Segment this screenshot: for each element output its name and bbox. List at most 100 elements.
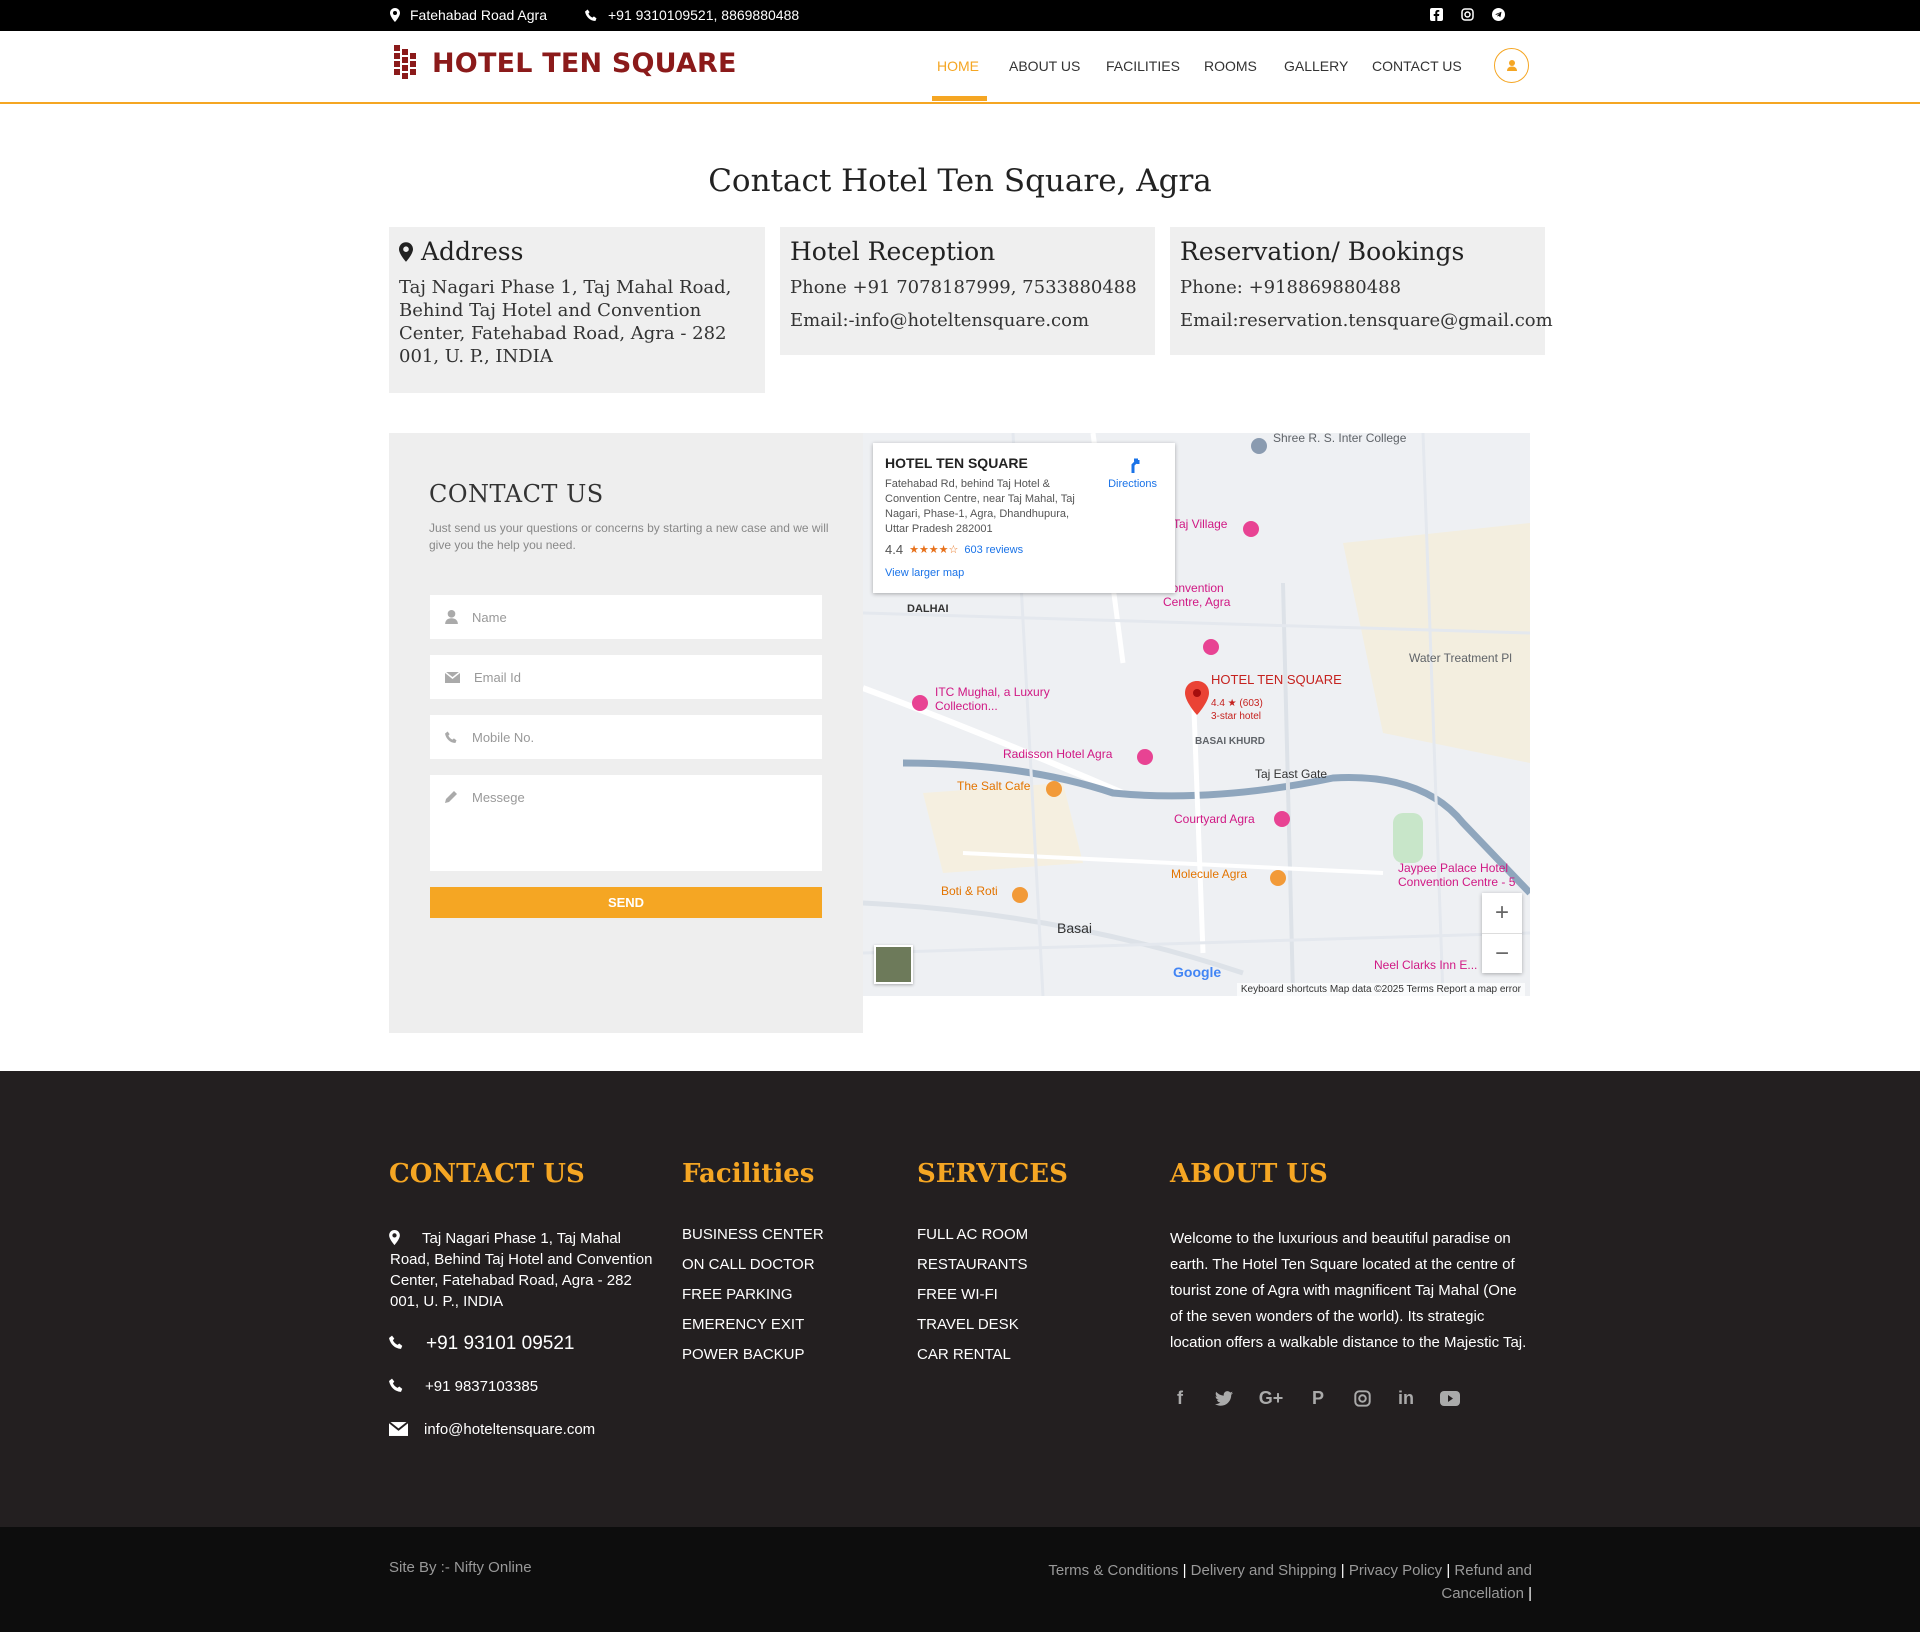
pinterest-icon[interactable]: P — [1308, 1388, 1328, 1408]
topbar-location-text: Fatehabad Road Agra — [410, 7, 547, 23]
phone-icon — [585, 9, 597, 21]
footer-services-title: SERVICES — [917, 1159, 1068, 1189]
reception-box: Hotel Reception Phone +91 7078187999, 75… — [780, 227, 1155, 355]
facility-item[interactable]: BUSINESS CENTER — [682, 1226, 824, 1256]
phone-icon — [445, 731, 457, 743]
map-label-basai: Basai — [1057, 920, 1093, 936]
service-item[interactable]: FULL AC ROOM — [917, 1226, 1028, 1256]
twitter-icon[interactable] — [1214, 1388, 1234, 1408]
user-icon — [445, 610, 458, 624]
mobile-field[interactable]: Mobile No. — [430, 715, 822, 759]
envelope-icon — [445, 671, 460, 683]
footer-contact-title: CONTACT US — [389, 1159, 585, 1189]
form-description: Just send us your questions or concerns … — [429, 521, 829, 552]
map-label-hotel-rating: 4.4 ★ (603) — [1211, 698, 1263, 709]
nav-rooms[interactable]: ROOMS — [1204, 58, 1257, 74]
facebook-icon[interactable]: f — [1170, 1388, 1190, 1408]
reservation-email[interactable]: Email:reservation.tensquare@gmail.com — [1180, 309, 1553, 332]
directions-button[interactable]: Directions — [1108, 455, 1157, 490]
site-credit[interactable]: Site By :- Nifty Online — [389, 1559, 532, 1576]
reception-title: Hotel Reception — [790, 237, 996, 266]
map-label-jaypee: Jaypee Palace Hotel Convention Centre - … — [1398, 861, 1516, 889]
map-card-rating-row: 4.4 ★★★★☆ 603 reviews — [885, 542, 1163, 557]
user-account-button[interactable] — [1494, 48, 1529, 83]
nav-contact-us[interactable]: CONTACT US — [1372, 58, 1462, 74]
address-title: Address — [421, 237, 524, 266]
instagram-icon[interactable] — [1352, 1388, 1372, 1408]
user-icon — [1506, 60, 1517, 71]
nav-about-us[interactable]: ABOUT US — [1009, 58, 1080, 74]
facility-item[interactable]: FREE PARKING — [682, 1286, 824, 1316]
satellite-toggle-button[interactable] — [874, 945, 913, 984]
mobile-placeholder: Mobile No. — [472, 729, 535, 745]
footer-facilities-list: BUSINESS CENTER ON CALL DOCTOR FREE PARK… — [682, 1226, 824, 1376]
facebook-icon[interactable] — [1430, 8, 1443, 21]
service-item[interactable]: RESTAURANTS — [917, 1256, 1028, 1286]
map-zoom-controls: + − — [1482, 893, 1522, 973]
zoom-out-button[interactable]: − — [1482, 933, 1522, 973]
directions-label: Directions — [1108, 478, 1157, 490]
terms-link[interactable]: Terms & Conditions — [1048, 1562, 1178, 1579]
facility-item[interactable]: ON CALL DOCTOR — [682, 1256, 824, 1286]
service-item[interactable]: CAR RENTAL — [917, 1346, 1028, 1376]
site-logo[interactable]: HOTEL TEN SQUARE — [394, 45, 737, 81]
footer-email: info@hoteltensquare.com — [389, 1421, 595, 1438]
google-plus-icon[interactable]: G+ — [1258, 1388, 1284, 1408]
footer-phone-1-text[interactable]: +91 93101 09521 — [426, 1333, 574, 1355]
footer-address: Taj Nagari Phase 1, Taj Mahal Road, Behi… — [389, 1228, 659, 1312]
map-card-reviews-link[interactable]: 603 reviews — [964, 544, 1023, 556]
map-label-boti-roti: Boti & Roti — [941, 884, 998, 898]
facility-item[interactable]: POWER BACKUP — [682, 1346, 824, 1376]
map-card-stars: ★★★★☆ — [909, 544, 959, 556]
reservation-box: Reservation/ Bookings Phone: +9188698804… — [1170, 227, 1553, 355]
name-placeholder: Name — [472, 609, 507, 625]
footer-about-text: Welcome to the luxurious and beautiful p… — [1170, 1230, 1527, 1351]
map-marker-icon — [399, 241, 413, 262]
telegram-icon[interactable] — [1492, 8, 1505, 21]
logo-text: HOTEL TEN SQUARE — [432, 47, 737, 79]
nav-home[interactable]: HOME — [937, 58, 979, 74]
map-label-taj-east-gate: Taj East Gate — [1255, 767, 1328, 781]
map-card-address: Fatehabad Rd, behind Taj Hotel & Convent… — [885, 478, 1075, 535]
footer-phone-1: +91 93101 09521 — [389, 1333, 574, 1355]
contact-form: CONTACT US Just send us your questions o… — [389, 433, 863, 1033]
message-field[interactable]: Messege — [430, 775, 822, 871]
footer-phone-2-text[interactable]: +91 9837103385 — [425, 1378, 538, 1395]
logo-mark-icon — [394, 45, 416, 79]
phone-icon — [389, 1378, 403, 1392]
map-label-courtyard: Courtyard Agra — [1174, 812, 1255, 826]
facility-item[interactable]: EMERENCY EXIT — [682, 1316, 824, 1346]
top-bar: Fatehabad Road Agra +91 9310109521, 8869… — [0, 0, 1920, 31]
map-label-water: Water Treatment Pl — [1409, 651, 1512, 665]
footer-about-title: ABOUT US — [1170, 1159, 1328, 1189]
service-item[interactable]: FREE WI-FI — [917, 1286, 1028, 1316]
nav-gallery[interactable]: GALLERY — [1284, 58, 1348, 74]
map-label-molecule: Molecule Agra — [1171, 867, 1248, 881]
linkedin-icon[interactable]: in — [1396, 1388, 1416, 1408]
view-larger-map-link[interactable]: View larger map — [885, 567, 1163, 579]
send-button[interactable]: SEND — [430, 887, 822, 918]
privacy-link[interactable]: Privacy Policy — [1349, 1562, 1442, 1579]
refund-link[interactable]: Refund and Cancellation — [1441, 1562, 1532, 1602]
nav-facilities[interactable]: FACILITIES — [1106, 58, 1180, 74]
phone-icon — [389, 1335, 403, 1349]
map-marker-icon — [390, 8, 400, 22]
footer-email-text[interactable]: info@hoteltensquare.com — [424, 1421, 595, 1438]
nav-active-indicator — [932, 96, 987, 101]
zoom-in-button[interactable]: + — [1482, 893, 1522, 933]
embedded-map[interactable]: Shree R. S. Inter College Taj Village Co… — [863, 433, 1530, 996]
name-field[interactable]: Name — [430, 595, 822, 639]
footer-services-list: FULL AC ROOM RESTAURANTS FREE WI-FI TRAV… — [917, 1226, 1028, 1376]
delivery-link[interactable]: Delivery and Shipping — [1191, 1562, 1337, 1579]
link-separator: | — [1182, 1562, 1191, 1579]
instagram-icon[interactable] — [1461, 8, 1474, 21]
address-heading: Address — [399, 237, 755, 266]
map-attribution[interactable]: Keyboard shortcuts Map data ©2025 Terms … — [1236, 983, 1525, 996]
legal-links: Terms & Conditions | Delivery and Shippi… — [1042, 1559, 1532, 1605]
service-item[interactable]: TRAVEL DESK — [917, 1316, 1028, 1346]
email-field[interactable]: Email Id — [430, 655, 822, 699]
youtube-icon[interactable] — [1440, 1388, 1460, 1408]
map-label-college: Shree R. S. Inter College — [1273, 433, 1407, 445]
page-title: Contact Hotel Ten Square, Agra — [708, 163, 1212, 199]
reception-email[interactable]: Email:-info@hoteltensquare.com — [790, 309, 1145, 332]
